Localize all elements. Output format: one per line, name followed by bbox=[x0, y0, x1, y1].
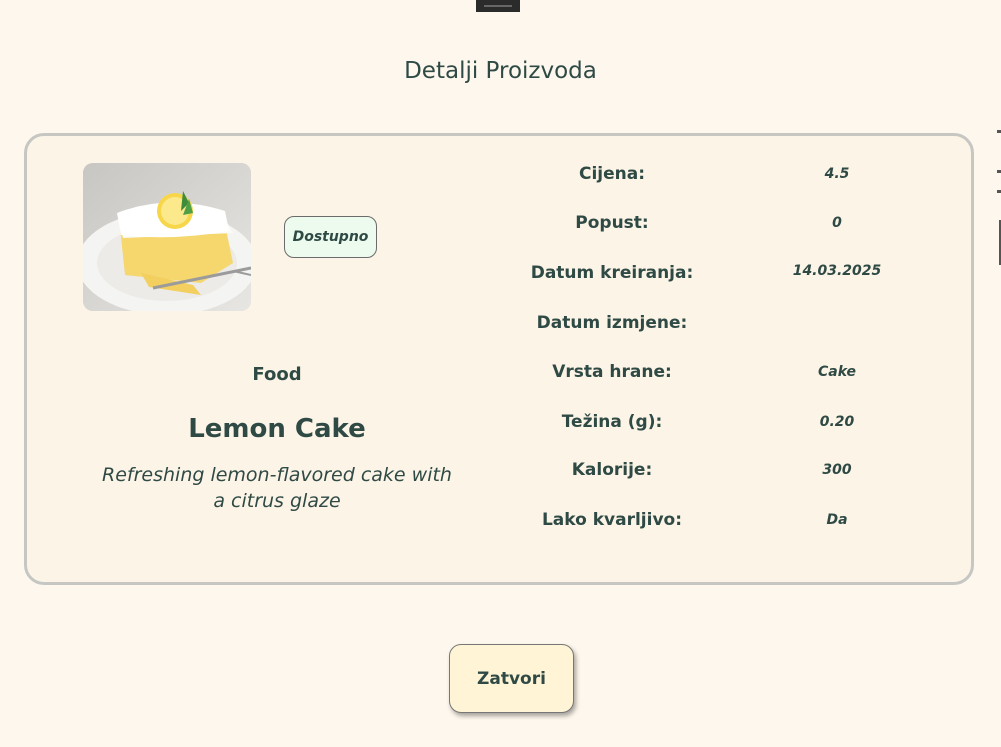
product-image bbox=[83, 163, 251, 311]
scrollbar-edge[interactable] bbox=[995, 120, 1001, 280]
product-category: Food bbox=[252, 364, 302, 385]
product-description: Refreshing lemon-flavored cake with a ci… bbox=[102, 464, 452, 512]
drag-handle[interactable] bbox=[476, 0, 520, 12]
detail-value: 14.03.2025 bbox=[792, 263, 882, 279]
detail-row-modified-date: Datum izmjene: bbox=[507, 313, 907, 343]
detail-row-perishable: Lako kvarljivo: Da bbox=[507, 510, 907, 540]
detail-value: Cake bbox=[817, 364, 857, 380]
detail-label: Datum kreiranja: bbox=[530, 263, 694, 283]
detail-row-weight: Težina (g): 0.20 bbox=[507, 412, 907, 442]
detail-label: Kalorije: bbox=[571, 460, 653, 480]
detail-label: Lako kvarljivo: bbox=[541, 510, 683, 530]
status-badge: Dostupno bbox=[284, 216, 377, 258]
product-name: Lemon Cake bbox=[188, 414, 366, 444]
detail-row-discount: Popust: 0 bbox=[507, 213, 907, 243]
detail-row-food-type: Vrsta hrane: Cake bbox=[507, 362, 907, 392]
detail-value: 300 bbox=[822, 462, 852, 478]
detail-value: 0.20 bbox=[819, 414, 855, 430]
detail-row-created-date: Datum kreiranja: 14.03.2025 bbox=[507, 263, 907, 293]
page-title: Detalji Proizvoda bbox=[404, 58, 597, 84]
detail-label: Popust: bbox=[575, 213, 649, 233]
detail-label: Datum izmjene: bbox=[536, 313, 688, 333]
detail-value: 0 bbox=[832, 215, 842, 231]
detail-label: Vrsta hrane: bbox=[552, 362, 672, 382]
detail-row-price: Cijena: 4.5 bbox=[507, 164, 907, 194]
detail-label: Cijena: bbox=[578, 164, 646, 184]
close-button[interactable]: Zatvori bbox=[449, 644, 574, 713]
detail-value: 4.5 bbox=[824, 166, 850, 182]
detail-label: Težina (g): bbox=[561, 412, 663, 432]
detail-value: Da bbox=[826, 512, 848, 528]
detail-row-calories: Kalorije: 300 bbox=[507, 460, 907, 490]
product-details-card: Dostupno Food Lemon Cake Refreshing lemo… bbox=[24, 133, 974, 585]
